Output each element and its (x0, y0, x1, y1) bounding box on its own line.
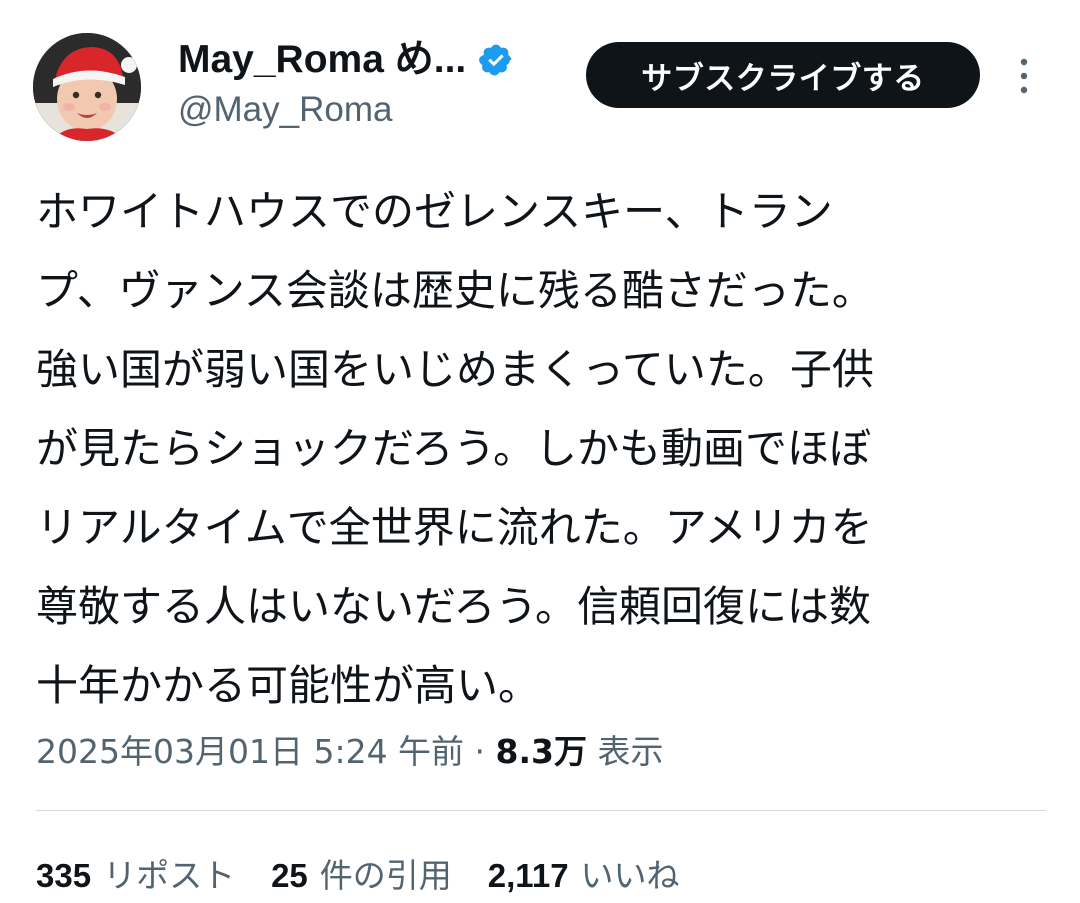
tweet-line: プ、ヴァンス会談は歴史に残る酷さだった。 (36, 266, 874, 315)
views-label: 表示 (587, 732, 664, 771)
tweet-line: 強い国が弱い国をいじめまくっていた。子供 (36, 345, 874, 394)
tweet-line: 十年かかる可能性が高い。 (36, 661, 541, 710)
display-name-text: May_Roma め... (178, 38, 467, 81)
reposts-label: リポスト (103, 856, 236, 895)
divider (36, 810, 1046, 811)
meta-separator: · (464, 732, 496, 771)
avatar-image (33, 33, 141, 141)
tweet-line: 尊敬する人はいないだろう。信頼回復には数 (36, 582, 871, 631)
author-handle[interactable]: @May_Roma (178, 88, 392, 132)
likes-count: 2,117 (487, 857, 569, 894)
likes-label: いいね (580, 856, 680, 895)
reposts-count: 335 (36, 857, 92, 894)
engagement-stats: 335 リポスト 25 件の引用 2,117 いいね (36, 852, 716, 900)
tweet-line: リアルタイムで全世界に流れた。アメリカを (36, 503, 873, 552)
subscribe-button[interactable]: サブスクライブする (586, 42, 980, 108)
tweet-line: ホワイトハウスでのゼレンスキー、トラン (36, 187, 833, 236)
tweet-meta: 2025年03月01日 5:24 午前 · 8.3万 表示 (36, 728, 664, 776)
quotes-stat[interactable]: 25 件の引用 (271, 852, 452, 900)
avatar[interactable] (33, 33, 141, 141)
author-display-name[interactable]: May_Roma め... (178, 36, 514, 84)
tweet-line: が見たらショックだろう。しかも動画でほぼ (36, 424, 871, 473)
reposts-stat[interactable]: 335 リポスト (36, 852, 235, 900)
quotes-label: 件の引用 (319, 856, 452, 895)
more-vertical-icon[interactable] (1010, 56, 1038, 96)
quotes-count: 25 (271, 857, 308, 894)
verified-badge-icon (478, 42, 514, 78)
likes-stat[interactable]: 2,117 いいね (488, 852, 680, 900)
views-count[interactable]: 8.3万 (496, 732, 587, 771)
tweet-text: ホワイトハウスでのゼレンスキー、トラン プ、ヴァンス会談は歴史に残る酷さだった。… (36, 172, 1046, 725)
timestamp[interactable]: 2025年03月01日 5:24 午前 (36, 732, 464, 771)
